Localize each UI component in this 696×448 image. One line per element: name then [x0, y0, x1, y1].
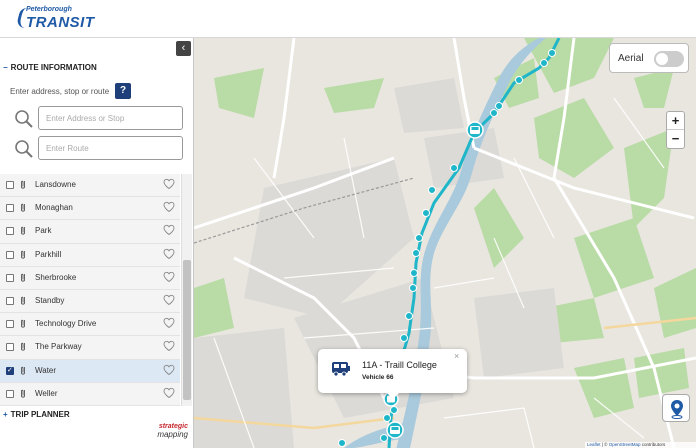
route-row[interactable]: Weller	[0, 382, 180, 406]
attribution-sep: | ©	[600, 442, 609, 447]
route-name: Sherbrooke	[35, 272, 77, 282]
zoom-control: + −	[666, 111, 685, 149]
route-checkbox[interactable]	[6, 343, 14, 352]
chevron-left-icon: ‹	[181, 42, 186, 54]
scrollbar-thumb[interactable]	[183, 260, 191, 400]
route-row[interactable]: Parkhill	[0, 243, 180, 267]
collapse-toggle-icon: −	[3, 63, 8, 72]
search-icon	[15, 140, 33, 158]
route-name: The Parkway	[35, 342, 82, 352]
strategic-mapping-logo[interactable]: strategic mapping	[137, 423, 193, 445]
route-row[interactable]: Monaghan	[0, 197, 180, 221]
map-view[interactable]: Aerial + − × 11A - Traill College Vehicl…	[194, 38, 696, 448]
route-name: Lansdowne	[35, 180, 76, 189]
address-input[interactable]	[38, 106, 183, 130]
logo-main-text: TRANSIT	[26, 14, 95, 31]
trip-planner-header[interactable]: + TRIP PLANNER	[3, 410, 70, 419]
search-prompt: Enter address, stop or route	[10, 87, 110, 96]
route-checkbox[interactable]	[6, 273, 14, 282]
favorite-heart-icon[interactable]	[163, 364, 175, 376]
favorite-heart-icon[interactable]	[163, 294, 175, 306]
favorite-heart-icon[interactable]	[163, 224, 175, 236]
route-search-row	[14, 136, 184, 162]
peterborough-transit-logo[interactable]: Peterborough TRANSIT	[15, 6, 94, 32]
route-checkbox[interactable]	[6, 181, 14, 189]
route-row[interactable]: Technology Drive	[0, 313, 180, 337]
route-checkbox[interactable]	[6, 204, 14, 213]
sidebar-panel: ‹ − ROUTE INFORMATION Enter address, stop…	[0, 38, 194, 448]
paperclip-icon	[21, 296, 25, 305]
route-row[interactable]: Standby	[0, 289, 180, 314]
popup-tip	[386, 392, 400, 399]
route-checkbox[interactable]	[6, 250, 14, 259]
collapse-sidebar-button[interactable]: ‹	[176, 41, 191, 56]
aerial-toggle-switch[interactable]	[654, 51, 684, 67]
route-row[interactable]: Park	[0, 220, 180, 244]
favorite-heart-icon[interactable]	[163, 340, 175, 352]
route-checkbox[interactable]	[6, 320, 14, 329]
aerial-toggle-control[interactable]: Aerial	[609, 43, 689, 73]
route-name: Technology Drive	[35, 319, 97, 329]
paperclip-icon	[21, 227, 25, 235]
route-list: Lansdowne Monaghan Park Parkhill Sherbrooke S…	[0, 174, 180, 406]
route-information-header[interactable]: − ROUTE INFORMATION	[3, 63, 97, 72]
route-checkbox[interactable]	[6, 296, 14, 305]
logo-small-text: Peterborough	[26, 6, 72, 13]
route-name: Standby	[35, 295, 65, 305]
aerial-label: Aerial	[618, 53, 644, 64]
route-name: Monaghan	[35, 203, 73, 213]
paperclip-icon	[21, 366, 25, 375]
route-row[interactable]: Sherbrooke	[0, 266, 180, 290]
search-icon	[15, 110, 33, 128]
favorite-heart-icon[interactable]	[163, 317, 175, 329]
leaflet-link[interactable]: Leaflet	[587, 442, 601, 447]
route-input[interactable]	[38, 136, 183, 160]
route-row[interactable]: The Parkway	[0, 336, 180, 360]
bus-marker[interactable]	[466, 121, 484, 139]
address-search-row	[14, 106, 184, 132]
favorite-heart-icon[interactable]	[163, 178, 175, 190]
paperclip-icon	[21, 250, 25, 259]
route-name: Park	[35, 226, 52, 236]
osm-link[interactable]: OpenStreetMap	[609, 442, 641, 447]
route-checkbox[interactable]	[6, 227, 14, 236]
location-pin-icon	[671, 400, 683, 419]
popup-vehicle-id: Vehicle 66	[362, 374, 394, 381]
route-name: Water	[35, 365, 57, 375]
route-checkbox[interactable]	[6, 389, 14, 398]
paperclip-icon	[21, 319, 25, 328]
close-popup-button[interactable]: ×	[454, 351, 459, 361]
zoom-out-button[interactable]: −	[667, 130, 684, 148]
paperclip-icon	[21, 343, 25, 351]
attribution-tail: contributors	[640, 442, 666, 447]
route-row[interactable]: Lansdowne	[0, 174, 180, 198]
app-header: Peterborough TRANSIT	[0, 0, 696, 38]
bus-icon	[332, 362, 350, 377]
bus-marker[interactable]	[386, 421, 404, 439]
route-list-scrollbar[interactable]	[181, 174, 192, 406]
favorite-heart-icon[interactable]	[163, 201, 175, 213]
route-name: Parkhill	[35, 249, 62, 259]
map-attribution: Leaflet | © OpenStreetMap contributors	[585, 442, 696, 448]
expand-toggle-icon: +	[3, 410, 8, 419]
paperclip-icon	[21, 389, 25, 398]
paperclip-icon	[21, 273, 25, 282]
route-information-title: ROUTE INFORMATION	[10, 63, 97, 72]
route-row[interactable]: Water	[0, 359, 180, 383]
popup-route-name: 11A - Traill College	[362, 360, 437, 370]
help-button[interactable]: ?	[115, 83, 131, 99]
paperclip-icon	[21, 203, 25, 212]
favorite-heart-icon[interactable]	[163, 387, 175, 399]
logo-strategic-text: strategic	[158, 423, 188, 430]
vehicle-popup: × 11A - Traill College Vehicle 66	[318, 349, 467, 399]
route-checkbox[interactable]	[6, 366, 14, 375]
logo-mapping-text: mapping	[157, 430, 188, 439]
favorite-heart-icon[interactable]	[163, 248, 175, 260]
locate-me-button[interactable]	[662, 394, 690, 422]
favorite-heart-icon[interactable]	[163, 271, 175, 283]
zoom-in-button[interactable]: +	[667, 112, 684, 130]
trip-planner-title: TRIP PLANNER	[10, 410, 70, 419]
route-name: Weller	[35, 388, 58, 398]
paperclip-icon	[21, 180, 25, 189]
